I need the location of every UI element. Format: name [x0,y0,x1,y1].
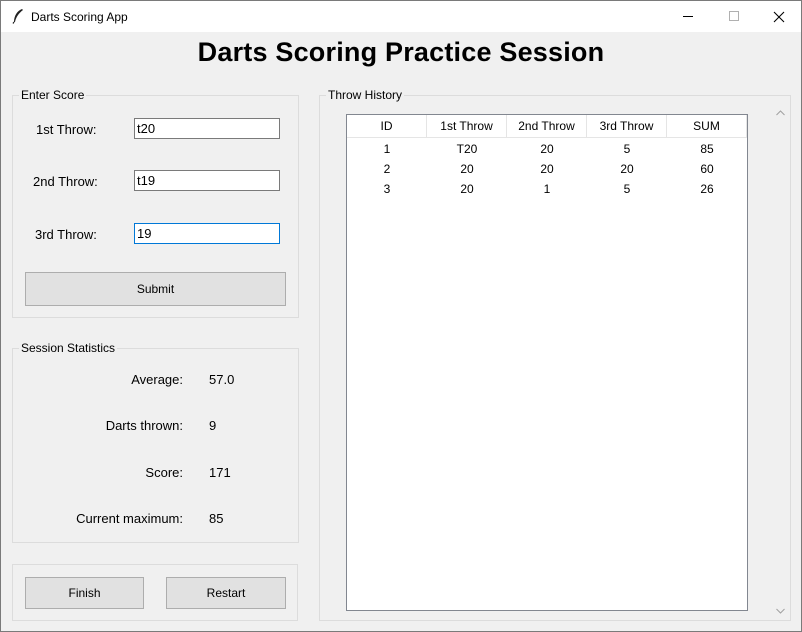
enter-score-group: Enter Score 1st Throw: 2nd Throw: 3rd Th… [12,88,299,318]
close-icon [773,11,785,22]
score-label: Score: [145,465,183,480]
average-label: Average: [131,372,183,387]
third-throw-input[interactable] [134,223,280,244]
scroll-down-button[interactable] [775,606,785,616]
session-statistics-legend: Session Statistics [19,341,118,355]
window-title: Darts Scoring App [31,10,128,24]
chevron-up-icon [775,110,785,116]
minimize-button[interactable] [665,1,711,32]
chevron-down-icon [775,608,785,614]
current-maximum-value: 85 [209,511,224,526]
cell-sum: 85 [700,142,714,156]
throw-history-table[interactable]: ID 1st Throw 2nd Throw 3rd Throw SUM 1 T… [346,114,748,611]
darts-thrown-label: Darts thrown: [105,418,183,433]
cell-3rd-throw: 5 [623,182,631,196]
cell-id: 2 [383,162,391,176]
cell-sum: 60 [700,162,714,176]
column-header-2nd-throw[interactable]: 2nd Throw [507,115,587,138]
average-value: 57.0 [209,372,235,387]
darts-thrown-value: 9 [209,418,217,433]
third-throw-label: 3rd Throw: [35,227,97,242]
cell-id: 1 [383,142,391,156]
maximize-button[interactable] [711,1,757,32]
enter-score-legend: Enter Score [19,88,87,102]
finish-button[interactable]: Finish [25,577,144,609]
table-row[interactable]: 3 20 1 5 26 [347,179,747,199]
cell-sum: 26 [700,182,714,196]
maximize-icon [728,11,739,21]
cell-1st-throw: T20 [456,142,478,156]
cell-3rd-throw: 5 [623,142,631,156]
cell-1st-throw: 20 [460,162,474,176]
minimize-icon [682,16,693,17]
first-throw-input[interactable] [134,118,280,139]
title-bar[interactable]: Darts Scoring App [1,1,801,32]
table-row[interactable]: 1 T20 20 5 85 [347,139,747,159]
throw-history-legend: Throw History [326,88,405,102]
page-title: Darts Scoring Practice Session [197,37,605,67]
cell-3rd-throw: 20 [620,162,634,176]
column-header-3rd-throw[interactable]: 3rd Throw [587,115,667,138]
cell-2nd-throw: 1 [543,182,551,196]
table-header: ID 1st Throw 2nd Throw 3rd Throw SUM [347,115,747,138]
submit-button[interactable]: Submit [25,272,286,306]
column-header-1st-throw[interactable]: 1st Throw [427,115,507,138]
score-value: 171 [209,465,231,480]
cell-1st-throw: 20 [460,182,474,196]
restart-button[interactable]: Restart [166,577,286,609]
table-row[interactable]: 2 20 20 20 60 [347,159,747,179]
app-window: Darts Scoring App Darts Scoring Practice… [0,0,802,632]
actions-group: Finish Restart [12,564,298,621]
feather-icon [11,8,25,24]
close-button[interactable] [756,1,802,32]
column-header-sum[interactable]: SUM [667,115,747,138]
scroll-up-button[interactable] [775,108,785,118]
second-throw-label: 2nd Throw: [33,174,98,189]
current-maximum-label: Current maximum: [76,511,183,526]
first-throw-label: 1st Throw: [36,122,97,137]
cell-id: 3 [383,182,391,196]
cell-2nd-throw: 20 [540,162,554,176]
second-throw-input[interactable] [134,170,280,191]
cell-2nd-throw: 20 [540,142,554,156]
throw-history-group: Throw History ID 1st Throw 2nd Throw 3rd… [319,88,791,621]
session-statistics-group: Session Statistics Average: 57.0 Darts t… [12,341,299,543]
column-header-id[interactable]: ID [347,115,427,138]
